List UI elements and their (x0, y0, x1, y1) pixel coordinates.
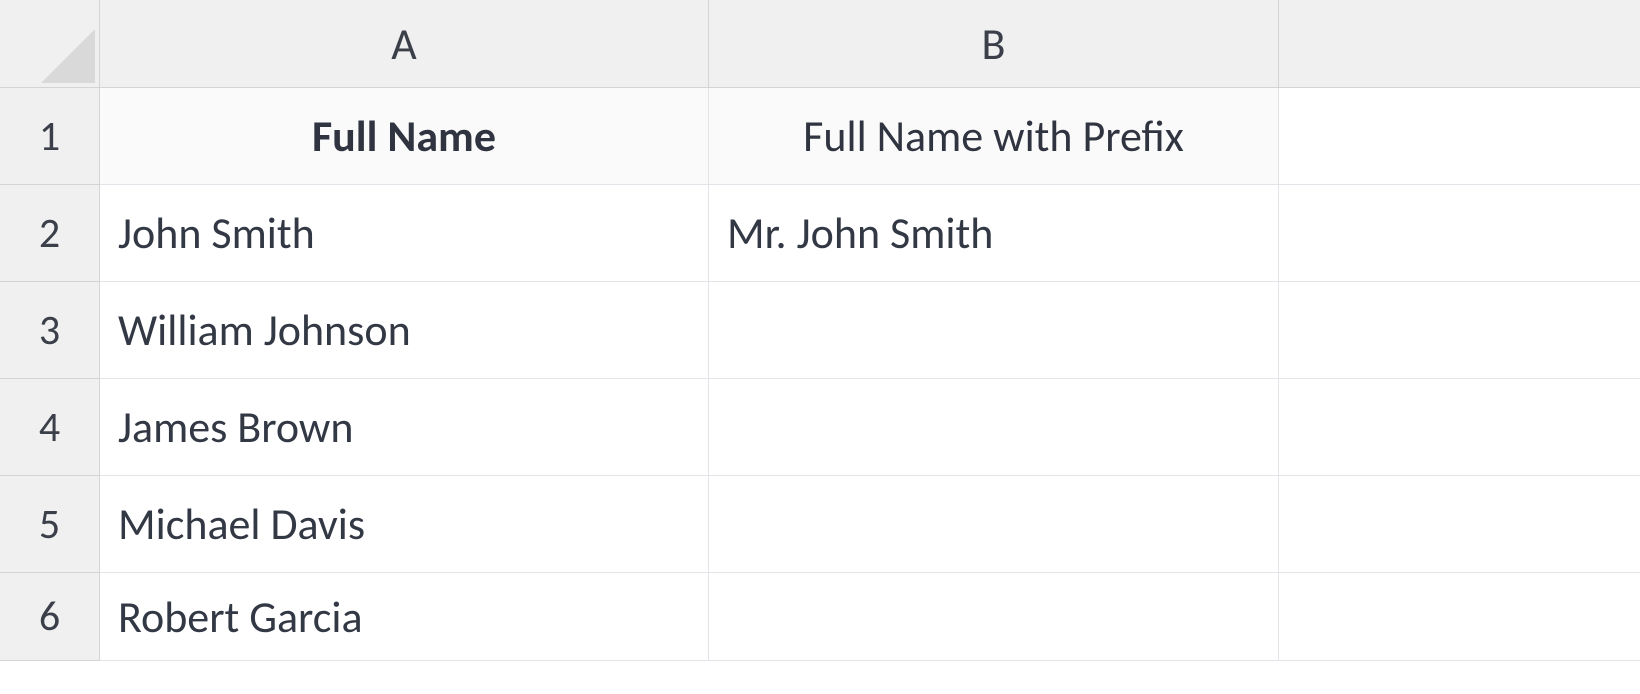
column-header-A[interactable]: A (100, 0, 709, 88)
cell-A4[interactable]: James Brown (100, 379, 709, 476)
cell-B6[interactable] (709, 573, 1279, 661)
select-all-triangle-icon (41, 29, 95, 83)
cell-C1[interactable] (1279, 88, 1640, 185)
cell-A2[interactable]: John Smith (100, 185, 709, 282)
row-header-3[interactable]: 3 (0, 282, 100, 379)
row-header-1[interactable]: 1 (0, 88, 100, 185)
select-all-corner[interactable] (0, 0, 100, 88)
cell-B5[interactable] (709, 476, 1279, 573)
cell-A6[interactable]: Robert Garcia (100, 573, 709, 661)
cell-C4[interactable] (1279, 379, 1640, 476)
cell-B4[interactable] (709, 379, 1279, 476)
row-header-6[interactable]: 6 (0, 573, 100, 661)
cell-C2[interactable] (1279, 185, 1640, 282)
row-header-5[interactable]: 5 (0, 476, 100, 573)
spreadsheet-grid: A B 1 Full Name Full Name with Prefix 2 … (0, 0, 1640, 694)
row-header-4[interactable]: 4 (0, 379, 100, 476)
cell-C3[interactable] (1279, 282, 1640, 379)
cell-B2[interactable]: Mr. John Smith (709, 185, 1279, 282)
cell-C5[interactable] (1279, 476, 1640, 573)
remaining-space (0, 661, 1640, 694)
cell-A5[interactable]: Michael Davis (100, 476, 709, 573)
row-header-2[interactable]: 2 (0, 185, 100, 282)
cell-A3[interactable]: William Johnson (100, 282, 709, 379)
cell-C6[interactable] (1279, 573, 1640, 661)
cell-B1[interactable]: Full Name with Prefix (709, 88, 1279, 185)
column-header-B[interactable]: B (709, 0, 1279, 88)
column-header-extra[interactable] (1279, 0, 1640, 88)
cell-A1[interactable]: Full Name (100, 88, 709, 185)
cell-B3[interactable] (709, 282, 1279, 379)
